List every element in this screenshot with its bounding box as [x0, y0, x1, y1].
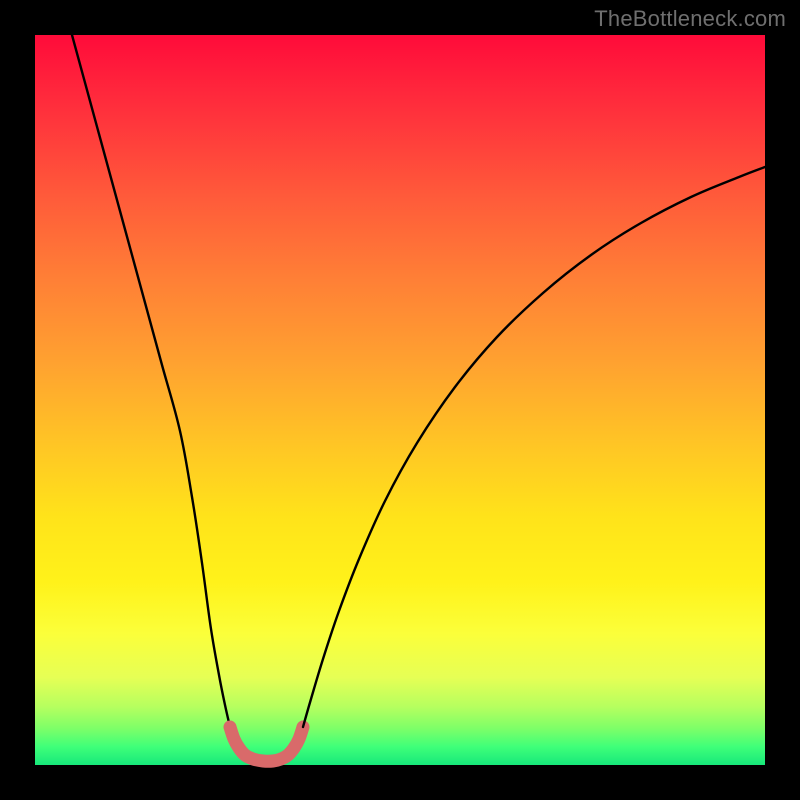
- curve-right-branch: [303, 167, 765, 727]
- watermark-text: TheBottleneck.com: [594, 6, 786, 32]
- curve-svg: [35, 35, 765, 765]
- outer-frame: TheBottleneck.com: [0, 0, 800, 800]
- curve-valley: [230, 727, 303, 761]
- plot-area: [35, 35, 765, 765]
- curve-left-branch: [72, 35, 230, 727]
